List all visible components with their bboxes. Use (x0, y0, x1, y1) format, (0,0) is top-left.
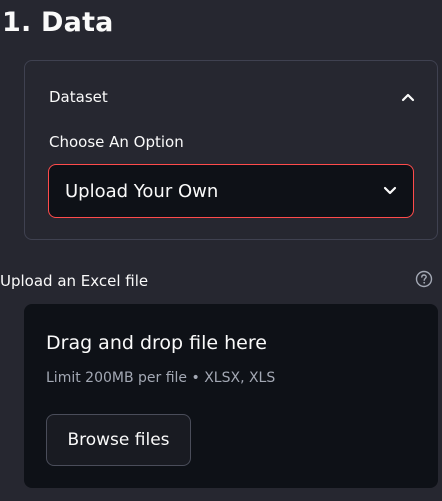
dataset-expander: Dataset Choose An Option Upload Your Own (24, 60, 438, 240)
chevron-up-icon[interactable] (399, 88, 417, 106)
expander-label: Dataset (49, 88, 108, 106)
dataset-expander-header[interactable]: Dataset (49, 85, 417, 109)
uploader-label: Upload an Excel file (0, 272, 149, 290)
browse-files-button[interactable]: Browse files (46, 414, 191, 466)
file-dropzone[interactable]: Drag and drop file here Limit 200MB per … (24, 304, 438, 488)
question-circle-icon[interactable] (415, 270, 433, 288)
select-value: Upload Your Own (65, 180, 219, 202)
dataset-select[interactable]: Upload Your Own (48, 164, 414, 218)
dropzone-title: Drag and drop file here (46, 332, 267, 354)
dropzone-limit: Limit 200MB per file • XLSX, XLS (46, 370, 276, 386)
section-title: 1. Data (2, 7, 114, 38)
chevron-down-icon (381, 182, 399, 200)
select-label: Choose An Option (49, 133, 184, 151)
